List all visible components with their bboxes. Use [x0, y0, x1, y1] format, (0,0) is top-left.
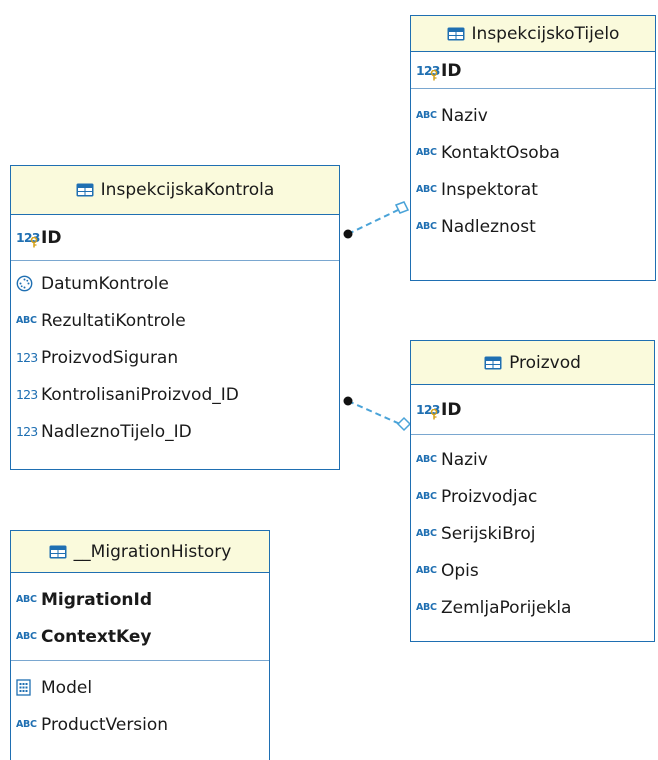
fk-end-dot — [343, 229, 353, 239]
pk-section: 123 ID — [11, 215, 339, 261]
column-name: ZemljaPorijekla — [441, 597, 572, 618]
fk-end-dot — [343, 396, 353, 406]
column-row-nadleznotijelo-id[interactable]: 123 NadleznoTijelo_ID — [11, 413, 339, 450]
column-row-naziv[interactable]: ABC Naziv — [411, 441, 654, 478]
column-name: ID — [441, 60, 462, 81]
column-name: Model — [41, 677, 93, 698]
entity-header[interactable]: InspekcijskaKontrola — [11, 166, 339, 215]
column-row-contextkey[interactable]: ABC ContextKey — [11, 618, 269, 655]
column-row-kontaktosoba[interactable]: ABC KontaktOsoba — [411, 134, 655, 171]
column-name: Naziv — [441, 449, 488, 470]
column-row-zemljaporijekla[interactable]: ABC ZemljaPorijekla — [411, 589, 654, 626]
table-icon — [76, 183, 94, 197]
entity-inspekcijsko-tijelo[interactable]: InspekcijskoTijelo 123 ID ABC Naziv ABC Ko… — [410, 15, 656, 281]
column-name: SerijskiBroj — [441, 523, 536, 544]
number-icon: 123 — [16, 350, 38, 365]
connector-line — [347, 400, 401, 425]
column-row-id[interactable]: 123 ID — [411, 52, 655, 89]
number-key-icon: 123 — [416, 63, 440, 80]
entity-header[interactable]: Proizvod — [411, 341, 654, 385]
number-icon: 123 — [16, 424, 38, 439]
column-row-proizvodjac[interactable]: ABC Proizvodjac — [411, 478, 654, 515]
column-row-id[interactable]: 123 ID — [11, 219, 339, 256]
abc-icon: ABC — [416, 565, 437, 576]
column-name: KontrolisaniProizvod_ID — [41, 384, 239, 405]
column-name: MigrationId — [41, 589, 152, 610]
clock-icon — [16, 275, 38, 293]
column-row-serijskibroj[interactable]: ABC SerijskiBroj — [411, 515, 654, 552]
column-row-nadleznost[interactable]: ABC Nadleznost — [411, 208, 655, 245]
columns-section: ABC Naziv ABC Proizvodjac ABC SerijskiBroj … — [411, 435, 654, 626]
entity-title: InspekcijskaKontrola — [100, 180, 275, 200]
abc-icon: ABC — [416, 454, 437, 465]
connector-kontrola-tijelo[interactable] — [343, 201, 410, 239]
column-name: Inspektorat — [441, 179, 538, 200]
connector-line — [347, 209, 399, 235]
pk-end-diamond — [394, 201, 410, 214]
column-name: KontaktOsoba — [441, 142, 560, 163]
abc-icon: ABC — [16, 719, 37, 730]
number-key-icon: 123 — [16, 230, 40, 247]
pk-section: 123 ID — [411, 52, 655, 89]
column-name: ContextKey — [41, 626, 152, 647]
number-icon: 123 — [16, 387, 38, 402]
column-row-model[interactable]: Model — [11, 669, 269, 706]
column-name: Opis — [441, 560, 479, 581]
column-row-migrationid[interactable]: ABC MigrationId — [11, 581, 269, 618]
column-name: ID — [41, 227, 62, 248]
column-row-proizvodsiguran[interactable]: 123 ProizvodSiguran — [11, 339, 339, 376]
abc-icon: ABC — [416, 528, 437, 539]
column-name: Proizvodjac — [441, 486, 538, 507]
column-name: Nadleznost — [441, 216, 536, 237]
column-row-naziv[interactable]: ABC Naziv — [411, 97, 655, 134]
entity-header[interactable]: InspekcijskoTijelo — [411, 16, 655, 52]
column-row-rezultatikontrole[interactable]: ABC RezultatiKontrole — [11, 302, 339, 339]
entity-title: Proizvod — [509, 352, 581, 373]
abc-icon: ABC — [416, 110, 437, 121]
column-name: ProductVersion — [41, 714, 169, 735]
column-name: RezultatiKontrole — [41, 310, 186, 331]
table-icon — [484, 356, 502, 370]
pk-section: ABC MigrationId ABC ContextKey — [11, 573, 269, 661]
entity-title: __MigrationHistory — [73, 541, 232, 562]
columns-section: ABC Naziv ABC KontaktOsoba ABC Inspektorat … — [411, 89, 655, 245]
column-name: Naziv — [441, 105, 488, 126]
entity-migration-history[interactable]: __MigrationHistory ABC MigrationId ABC Con… — [10, 530, 270, 760]
abc-icon: ABC — [416, 602, 437, 613]
columns-section: DatumKontrole ABC RezultatiKontrole 123 Pr… — [11, 261, 339, 450]
columns-section: Model ABC ProductVersion — [11, 661, 269, 743]
abc-icon: ABC — [416, 491, 437, 502]
column-row-productversion[interactable]: ABC ProductVersion — [11, 706, 269, 743]
column-name: ID — [441, 399, 462, 420]
abc-icon: ABC — [16, 631, 37, 642]
column-name: ProizvodSiguran — [41, 347, 179, 368]
pk-end-diamond — [396, 416, 412, 432]
column-name: DatumKontrole — [41, 273, 169, 294]
entity-header[interactable]: __MigrationHistory — [11, 531, 269, 573]
column-row-inspektorat[interactable]: ABC Inspektorat — [411, 171, 655, 208]
binary-icon — [16, 679, 38, 697]
abc-icon: ABC — [416, 147, 437, 158]
abc-icon: ABC — [16, 594, 37, 605]
entity-inspekcijska-kontrola[interactable]: InspekcijskaKontrola 123 ID DatumKontrol… — [10, 165, 340, 470]
column-row-datumkontrole[interactable]: DatumKontrole — [11, 265, 339, 302]
entity-proizvod[interactable]: Proizvod 123 ID ABC Naziv ABC Proizvodjac … — [410, 340, 655, 642]
abc-icon: ABC — [416, 184, 437, 195]
pk-section: 123 ID — [411, 385, 654, 435]
table-icon — [447, 27, 465, 41]
connector-kontrola-proizvod[interactable] — [343, 396, 412, 432]
column-row-opis[interactable]: ABC Opis — [411, 552, 654, 589]
abc-icon: ABC — [16, 315, 37, 326]
column-name: NadleznoTijelo_ID — [41, 421, 192, 442]
table-icon — [49, 545, 67, 559]
number-key-icon: 123 — [416, 402, 440, 419]
column-row-kontrolisaniproizvod-id[interactable]: 123 KontrolisaniProizvod_ID — [11, 376, 339, 413]
abc-icon: ABC — [416, 221, 437, 232]
entity-title: InspekcijskoTijelo — [471, 23, 620, 44]
column-row-id[interactable]: 123 ID — [411, 391, 654, 428]
